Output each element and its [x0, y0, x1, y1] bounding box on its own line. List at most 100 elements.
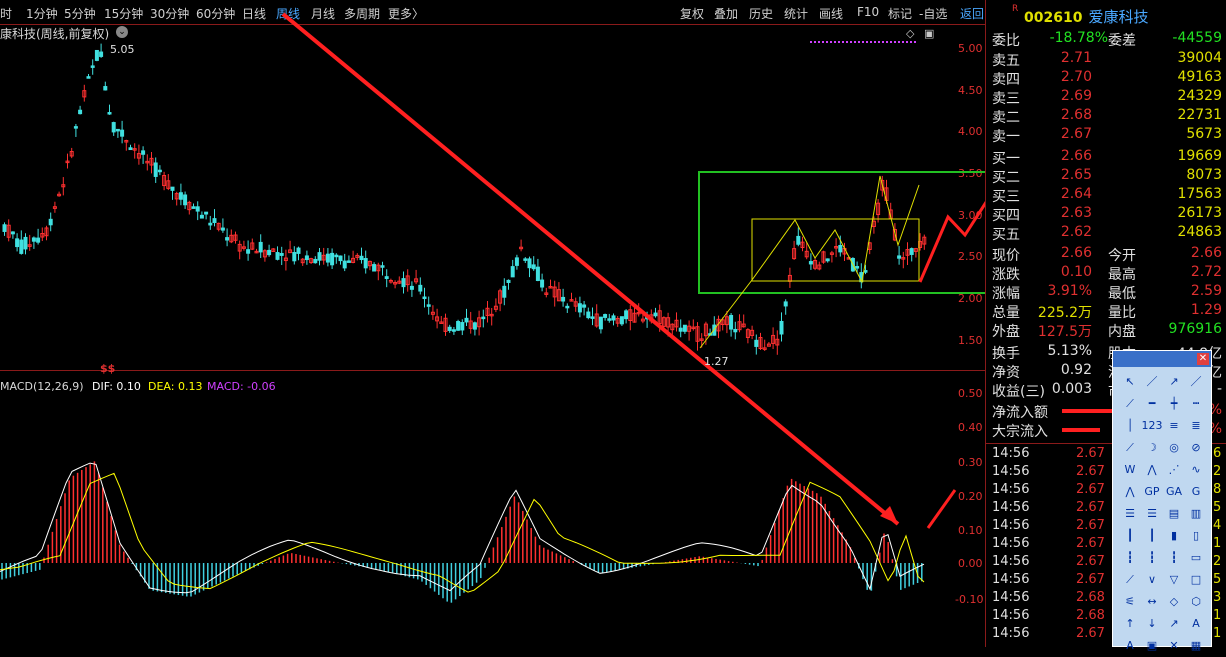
- palette-tool-button[interactable]: ┇: [1163, 547, 1185, 569]
- bid-row[interactable]: 买二 2.65 8073: [986, 167, 1226, 186]
- candlestick: [267, 244, 272, 257]
- candlestick: [94, 49, 99, 62]
- candlestick: [57, 191, 62, 197]
- candlestick: [246, 240, 251, 261]
- bid-price: 2.65: [1060, 167, 1092, 183]
- palette-tool-button[interactable]: GA: [1163, 481, 1185, 503]
- palette-tool-button[interactable]: ▮: [1163, 525, 1185, 547]
- palette-tool-button[interactable]: ⬡: [1185, 591, 1207, 613]
- candlestick: [309, 257, 314, 264]
- candlestick: [409, 281, 414, 297]
- palette-tool-button[interactable]: ⋰: [1163, 459, 1185, 481]
- ask-row[interactable]: 卖三 2.69 24329: [986, 88, 1226, 107]
- palette-tool-button[interactable]: ⟋: [1119, 437, 1141, 459]
- bid-row[interactable]: 买四 2.63 26173: [986, 205, 1226, 224]
- candlestick: [548, 279, 553, 289]
- candlestick: [376, 262, 381, 281]
- palette-tool-button[interactable]: ▯: [1185, 525, 1207, 547]
- palette-tool-button[interactable]: ▥: [1185, 503, 1207, 525]
- palette-tool-button[interactable]: ↔: [1141, 591, 1163, 613]
- palette-tool-button[interactable]: ☽: [1141, 437, 1163, 459]
- candlestick: [6, 219, 11, 242]
- candlestick: [901, 251, 906, 269]
- palette-tool-button[interactable]: ┇: [1141, 547, 1163, 569]
- tick-vol: 8: [1213, 482, 1222, 497]
- bid-price: 2.66: [1060, 148, 1092, 164]
- palette-tool-button[interactable]: ▽: [1163, 569, 1185, 591]
- palette-tool-button[interactable]: ≡: [1163, 415, 1185, 437]
- ask-row[interactable]: 卖二 2.68 22731: [986, 107, 1226, 126]
- palette-tool-button[interactable]: ⋀: [1119, 481, 1141, 503]
- bid-row[interactable]: 买五 2.62 24863: [986, 224, 1226, 243]
- palette-tool-button[interactable]: ▦: [1185, 635, 1207, 657]
- palette-tool-button[interactable]: ┇: [1119, 547, 1141, 569]
- ask-row[interactable]: 卖五 2.71 39004: [986, 50, 1226, 69]
- candlestick: [758, 332, 763, 351]
- bid-row[interactable]: 买三 2.64 17563: [986, 186, 1226, 205]
- palette-tool-button[interactable]: ⚟: [1119, 591, 1141, 613]
- palette-tool-button[interactable]: ◎: [1163, 437, 1185, 459]
- palette-tool-button[interactable]: ↓: [1141, 613, 1163, 635]
- candlestick: [489, 307, 494, 326]
- palette-tool-button[interactable]: ⋀: [1141, 459, 1163, 481]
- candlestick: [779, 312, 784, 342]
- palette-tool-button[interactable]: ↖: [1119, 371, 1141, 393]
- palette-tool-button[interactable]: ↗: [1163, 613, 1185, 635]
- quote-label: 涨跌: [992, 267, 1020, 283]
- candlestick: [544, 287, 549, 298]
- palette-tool-button[interactable]: W: [1119, 459, 1141, 481]
- bid-row[interactable]: 买一 2.66 19669: [986, 148, 1226, 167]
- palette-tool-button[interactable]: ▤: [1163, 503, 1185, 525]
- candlestick: [590, 307, 595, 326]
- candlestick: [422, 287, 427, 308]
- quote-value: 0.92: [1060, 362, 1092, 378]
- palette-tool-button[interactable]: ┃: [1119, 525, 1141, 547]
- candlestick: [594, 304, 599, 328]
- bid-vol: 26173: [1177, 205, 1222, 221]
- palette-tool-button[interactable]: ┿: [1163, 393, 1185, 415]
- palette-tool-button[interactable]: □: [1185, 569, 1207, 591]
- close-icon[interactable]: ✕: [1197, 353, 1209, 365]
- palette-tool-button[interactable]: ∨: [1141, 569, 1163, 591]
- palette-tool-button[interactable]: ／: [1141, 371, 1163, 393]
- palette-tool-button[interactable]: ▭: [1185, 547, 1207, 569]
- palette-tool-button[interactable]: ┅: [1185, 393, 1207, 415]
- palette-tool-button[interactable]: │: [1119, 415, 1141, 437]
- candlestick: [897, 246, 902, 265]
- quote-label: 总量: [992, 305, 1020, 321]
- candlestick: [279, 246, 284, 266]
- palette-tool-button[interactable]: ━: [1141, 393, 1163, 415]
- kline-chart[interactable]: 5.05 1.27 $$ ◇ ▣: [0, 0, 985, 647]
- quote-label: 内盘: [1108, 324, 1136, 340]
- palette-tool-button[interactable]: ≣: [1185, 415, 1207, 437]
- palette-tool-button[interactable]: ↗: [1163, 371, 1185, 393]
- palette-tool-button[interactable]: ／: [1185, 371, 1207, 393]
- palette-tool-button[interactable]: 123: [1141, 415, 1163, 437]
- ask-row[interactable]: 卖一 2.67 5673: [986, 126, 1226, 145]
- palette-tool-button[interactable]: ◇: [1163, 591, 1185, 613]
- palette-tool-button[interactable]: ∿: [1185, 459, 1207, 481]
- palette-tool-button[interactable]: GP: [1141, 481, 1163, 503]
- candlestick-series: [2, 43, 927, 355]
- candlestick: [430, 305, 435, 320]
- palette-tool-button[interactable]: A: [1119, 635, 1141, 657]
- palette-tool-button[interactable]: ⟋: [1119, 393, 1141, 415]
- tick-price: 2.67: [1076, 554, 1105, 569]
- tick-vol: 6: [1213, 446, 1222, 461]
- candlestick: [262, 249, 267, 262]
- palette-tool-button[interactable]: A: [1185, 613, 1207, 635]
- palette-tool-button[interactable]: ⊘: [1185, 437, 1207, 459]
- ask-row[interactable]: 卖四 2.70 49163: [986, 69, 1226, 88]
- palette-tool-button[interactable]: G: [1185, 481, 1207, 503]
- palette-tool-button[interactable]: ☰: [1119, 503, 1141, 525]
- palette-tool-button[interactable]: ✕: [1163, 635, 1185, 657]
- palette-tool-button[interactable]: ▣: [1141, 635, 1163, 657]
- palette-tool-button[interactable]: ↑: [1119, 613, 1141, 635]
- window-icon[interactable]: ▣: [924, 27, 934, 40]
- palette-tool-button[interactable]: ⟋: [1119, 569, 1141, 591]
- palette-tool-button[interactable]: ┃: [1141, 525, 1163, 547]
- candlestick: [687, 320, 692, 341]
- candlestick: [111, 121, 116, 136]
- palette-tool-button[interactable]: ☰: [1141, 503, 1163, 525]
- diamond-icon[interactable]: ◇: [906, 27, 915, 40]
